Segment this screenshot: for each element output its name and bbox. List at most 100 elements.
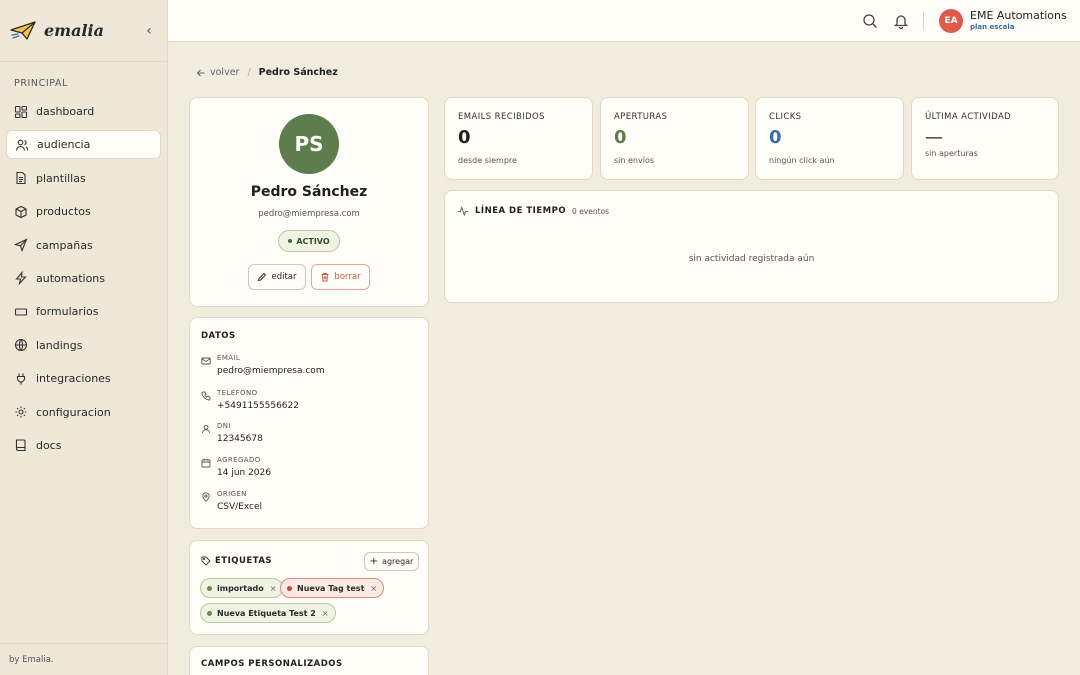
sidebar-item-dashboard[interactable]: dashboard [6,97,161,126]
stat-label: APERTURAS [614,112,668,122]
topbar-divider [923,12,924,30]
account-avatar[interactable]: EA [939,9,963,33]
remove-tag-close-icon[interactable]: × [370,584,377,593]
delete-button[interactable]: borrar [311,264,370,290]
status-label: ACTIVO [296,236,330,246]
tag-chip[interactable]: importado × [200,578,284,598]
tag-chip[interactable]: Nueva Tag test × [280,578,385,598]
sidebar-item-label: automations [36,271,106,285]
timeline-count: 0 eventos [572,206,610,216]
bell-icon[interactable] [893,13,909,29]
grid-icon [14,105,28,118]
gear-icon [15,406,27,418]
account-plan: plan escala [970,23,1015,31]
stat-label: CLICKS [769,112,802,122]
stat-card-emails: EMAILS RECIBIDOS 0 desde siempre [444,97,593,180]
timeline-card: LÍNEA DE TIEMPO 0 eventos sin actividad … [444,190,1059,303]
tag-icon [201,556,211,566]
stat-subtext: desde siempre [458,156,517,165]
sidebar-item-landings[interactable]: landings [6,331,161,360]
profile-card: PS Pedro Sánchez pedro@miempresa.com ACT… [189,97,429,307]
users-icon [15,139,29,151]
contact-email: pedro@miempresa.com [258,209,360,219]
sidebar-item-formularios[interactable]: formularios [6,297,161,326]
form-icon [14,308,28,316]
breadcrumb-separator: / [247,67,251,78]
tag-dot-icon [287,585,292,591]
contact-avatar: PS [279,114,339,174]
tag-chip[interactable]: Nueva Etiqueta Test 2 × [200,603,336,623]
sidebar-item-campanas[interactable]: campañas [6,231,161,260]
contact-name: Pedro Sánchez [250,184,368,200]
field-label: AGREGADO [217,456,261,464]
tag-dot-icon [207,610,212,616]
bolt-icon [15,271,27,286]
remove-tag-close-icon[interactable]: × [270,584,277,593]
phone-icon [201,391,211,401]
mail-icon [201,357,211,365]
timeline-empty-state: sin actividad registrada aún [688,254,815,264]
plus-icon: + [369,556,379,567]
stat-value: 0 [614,127,627,148]
sidebar-item-label: dashboard [36,105,95,118]
sidebar-item-docs[interactable]: docs [6,431,161,460]
breadcrumb: volver / Pedro Sánchez [196,67,338,78]
tag-label: Nueva Tag test [297,583,365,593]
stat-label: ÚLTIMA ACTIVIDAD [925,112,1012,122]
sidebar-item-label: plantillas [36,171,86,185]
sidebar-item-audiencia[interactable]: audiencia [6,130,161,160]
sidebar-item-label: audiencia [37,138,91,152]
trash-icon [321,273,329,282]
tag-label: Nueva Etiqueta Test 2 [217,608,316,618]
back-label: volver [210,67,240,78]
nav-section-label: PRINCIPAL [14,78,68,89]
sidebar-item-productos[interactable]: productos [6,197,161,226]
datos-card: DATOS EMAIL pedro@miempresa.com TELÉFONO… [189,317,429,529]
box-icon [15,205,27,218]
plug-icon [16,373,26,385]
sidebar-item-integraciones[interactable]: integraciones [6,364,161,393]
stat-label: EMAILS RECIBIDOS [458,112,545,122]
search-icon[interactable] [862,13,878,29]
sidebar-item-label: configuracion [36,405,111,419]
sidebar: emalia ‹ PRINCIPAL dashboard audiencia p… [0,0,168,675]
collapse-sidebar-chevron-icon[interactable]: ‹ [141,23,157,39]
arrow-left-icon [196,69,205,76]
user-icon [202,424,210,434]
pin-icon [202,492,210,502]
account-name[interactable]: EME Automations [970,9,1067,22]
remove-tag-close-icon[interactable]: × [322,609,329,618]
etiquetas-title: ETIQUETAS [215,556,273,566]
book-icon [15,439,26,452]
breadcrumb-current: Pedro Sánchez [258,67,338,78]
timeline-header: LÍNEA DE TIEMPO 0 eventos [457,205,609,217]
sidebar-item-plantillas[interactable]: plantillas [6,164,161,193]
brand-name: emalia [44,21,104,40]
stat-value: — [925,127,943,148]
datos-title: DATOS [201,331,236,341]
edit-button[interactable]: editar [248,264,306,290]
add-tag-button[interactable]: + agregar [364,552,419,571]
stat-subtext: ningún click aún [769,156,835,165]
stat-value: 0 [458,127,471,148]
field-value: 14 jun 2026 [217,468,271,478]
stat-subtext: sin aperturas [925,149,978,158]
tag-dot-icon [207,585,212,591]
sidebar-item-configuracion[interactable]: configuracion [6,398,161,427]
campos-title: CAMPOS PERSONALIZADOS [201,659,343,669]
field-value: CSV/Excel [217,502,263,512]
etiquetas-header: ETIQUETAS [201,556,272,566]
sidebar-item-label: campañas [36,238,93,252]
pencil-icon [258,272,267,282]
activity-icon [457,205,469,217]
file-icon [16,172,26,185]
send-icon [14,238,28,253]
field-label: DNI [217,422,231,430]
stat-value: 0 [769,127,782,148]
timeline-title: LÍNEA DE TIEMPO [475,206,567,216]
main-nav: dashboard audiencia plantillas productos… [0,97,167,460]
sidebar-item-automations[interactable]: automations [6,264,161,293]
field-value: pedro@miempresa.com [217,366,325,376]
back-link[interactable]: volver [196,67,239,78]
tag-label: importado [217,583,264,593]
